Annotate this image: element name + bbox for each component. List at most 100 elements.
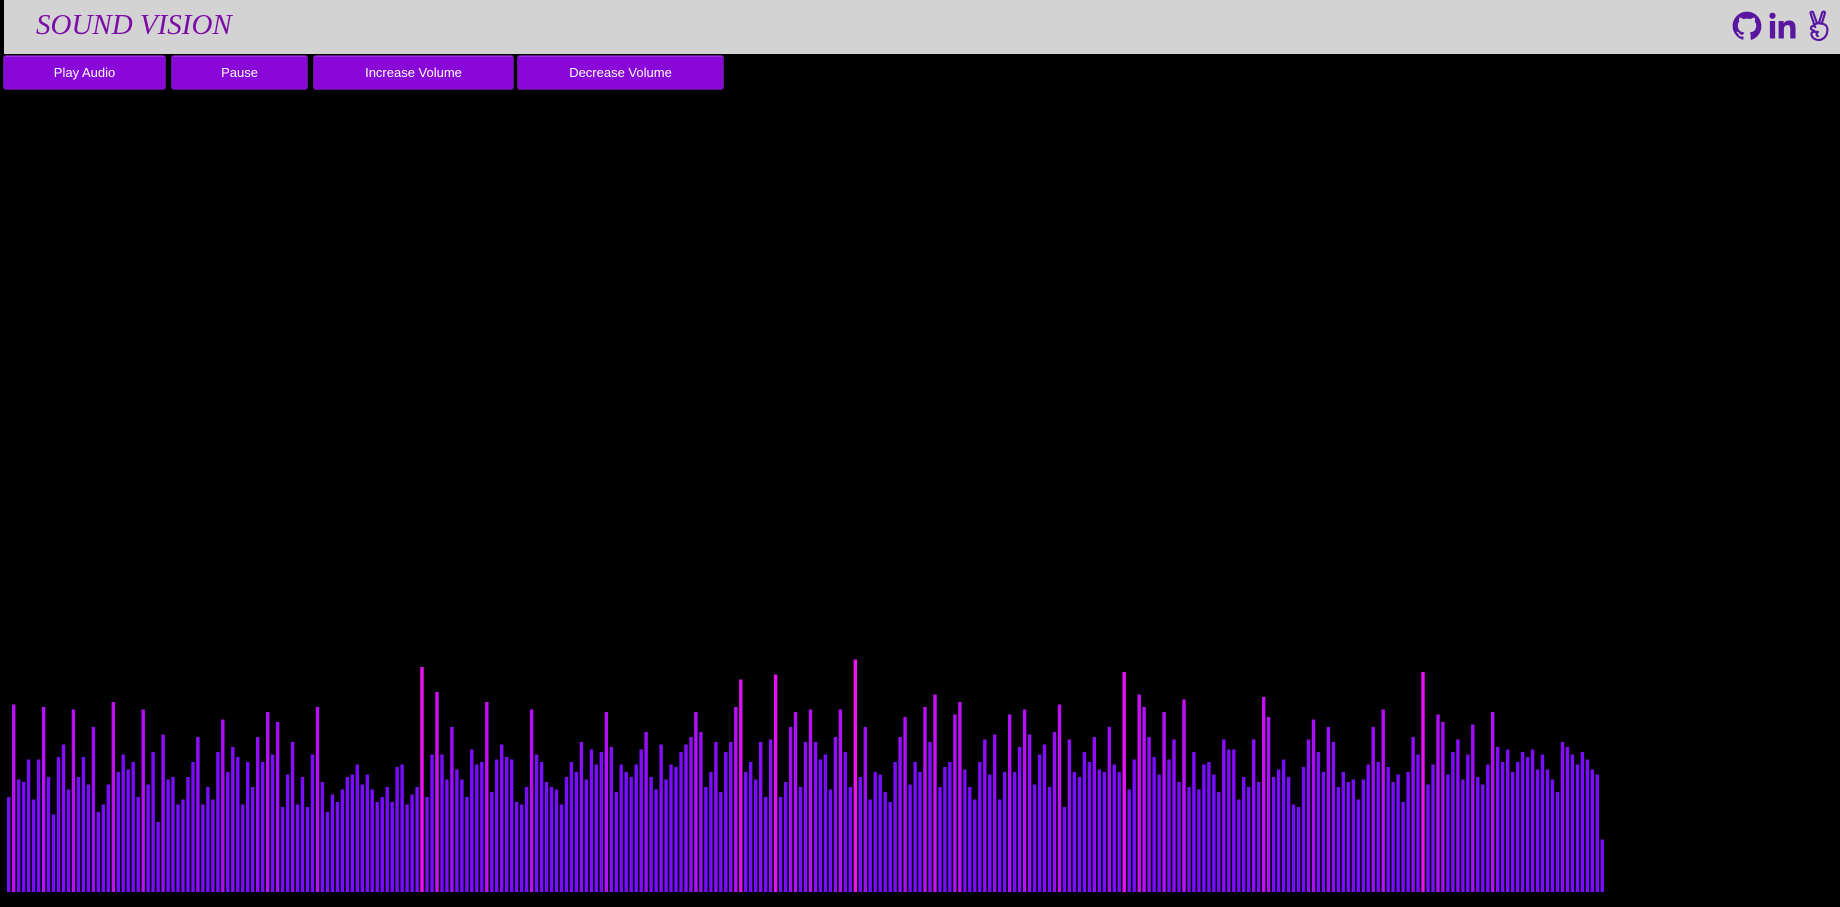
frequency-bar	[1471, 724, 1475, 892]
frequency-bar	[1511, 772, 1515, 892]
frequency-bar	[549, 787, 554, 892]
github-icon-glyph	[1732, 11, 1762, 40]
play-audio-button[interactable]: Play Audio	[3, 55, 166, 90]
frequency-bar	[266, 712, 270, 892]
frequency-bar	[206, 787, 210, 892]
frequency-bar	[305, 807, 310, 892]
frequency-bar	[1570, 754, 1575, 892]
frequency-bar	[1535, 769, 1540, 892]
frequency-bar	[320, 782, 325, 892]
frequency-bar	[848, 787, 852, 892]
frequency-bar	[1237, 799, 1241, 892]
frequency-bar	[400, 764, 404, 892]
frequency-bar	[246, 762, 250, 892]
frequency-bar	[953, 714, 957, 892]
frequency-bar	[689, 737, 693, 892]
increase-volume-button[interactable]: Increase Volume	[313, 55, 514, 90]
frequency-bar	[873, 772, 877, 892]
frequency-bar	[435, 692, 439, 892]
frequency-bar	[833, 737, 838, 892]
frequency-bar	[1257, 782, 1261, 892]
frequency-bar	[1341, 772, 1345, 892]
frequency-bar	[1017, 747, 1022, 892]
frequency-bar	[1291, 804, 1296, 892]
frequency-bar	[634, 764, 638, 892]
frequency-bar	[116, 772, 120, 892]
frequency-bar	[1262, 697, 1266, 892]
frequency-bar	[256, 737, 260, 892]
frequency-bar	[853, 659, 857, 892]
frequency-bar	[1182, 699, 1186, 892]
frequency-bar	[515, 802, 519, 892]
angellist-icon[interactable]	[1804, 9, 1834, 43]
frequency-bar	[21, 782, 26, 892]
social-links	[1732, 9, 1834, 43]
frequency-bar	[1092, 737, 1096, 892]
frequency-bar	[1361, 779, 1365, 892]
frequency-bar	[913, 762, 917, 892]
frequency-bar	[1003, 772, 1007, 892]
frequency-bar	[803, 742, 808, 892]
frequency-bar	[554, 789, 559, 892]
frequency-bar	[71, 709, 76, 892]
frequency-bar	[1496, 747, 1500, 892]
frequency-bar	[1157, 774, 1161, 892]
frequency-bar	[1431, 764, 1435, 892]
frequency-bar	[524, 787, 529, 892]
frequency-bar	[1192, 752, 1196, 892]
frequency-bar	[1172, 739, 1176, 892]
frequency-bar	[798, 787, 803, 892]
frequency-bar	[176, 804, 180, 892]
decrease-volume-button[interactable]: Decrease Volume	[517, 55, 724, 90]
frequency-bar	[773, 674, 778, 892]
frequency-bar	[1306, 739, 1311, 892]
linkedin-icon[interactable]	[1768, 9, 1798, 43]
frequency-bar	[893, 762, 897, 892]
frequency-bar	[1117, 772, 1121, 892]
frequency-bar	[933, 694, 937, 892]
frequency-bar	[1162, 712, 1166, 892]
frequency-bar	[1520, 752, 1525, 892]
frequency-bar	[1127, 789, 1131, 892]
frequency-bar	[1585, 759, 1590, 892]
frequency-bar	[1286, 777, 1291, 892]
github-icon[interactable]	[1732, 9, 1762, 43]
frequency-bar	[519, 804, 524, 892]
frequency-bar	[236, 757, 240, 892]
pause-button[interactable]: Pause	[171, 55, 308, 90]
frequency-bar	[1600, 839, 1604, 892]
frequency-bar	[1227, 749, 1231, 892]
frequency-bar	[669, 764, 673, 892]
frequency-bar	[1461, 779, 1465, 892]
frequency-bar	[1247, 787, 1251, 892]
frequency-bar	[1321, 772, 1326, 892]
frequency-bar	[111, 702, 115, 892]
frequency-bar	[370, 789, 374, 892]
frequency-bar	[539, 762, 544, 892]
frequency-bar	[903, 717, 907, 892]
frequency-bar	[7, 797, 11, 892]
frequency-bar	[450, 727, 454, 892]
frequency-bar	[744, 772, 748, 892]
frequency-bar	[280, 807, 285, 892]
frequency-bar	[1212, 774, 1216, 892]
frequency-bar	[61, 744, 66, 892]
frequency-bar	[1207, 762, 1211, 892]
frequency-bar	[1022, 709, 1027, 892]
frequency-bar	[46, 777, 51, 892]
frequency-bar	[868, 799, 872, 892]
frequency-bar	[385, 787, 389, 892]
frequency-bar	[1147, 737, 1151, 892]
frequency-bar	[878, 774, 882, 892]
frequency-bar	[1271, 777, 1276, 892]
audio-visualizer	[7, 659, 1604, 892]
frequency-bar	[754, 779, 758, 892]
frequency-bar	[614, 792, 618, 892]
frequency-bar	[420, 667, 424, 892]
frequency-bar	[1501, 762, 1505, 892]
frequency-bar	[1451, 752, 1455, 892]
frequency-bar	[226, 772, 230, 892]
frequency-bar	[1252, 739, 1256, 892]
frequency-bar	[485, 702, 489, 892]
frequency-bar	[768, 739, 773, 892]
